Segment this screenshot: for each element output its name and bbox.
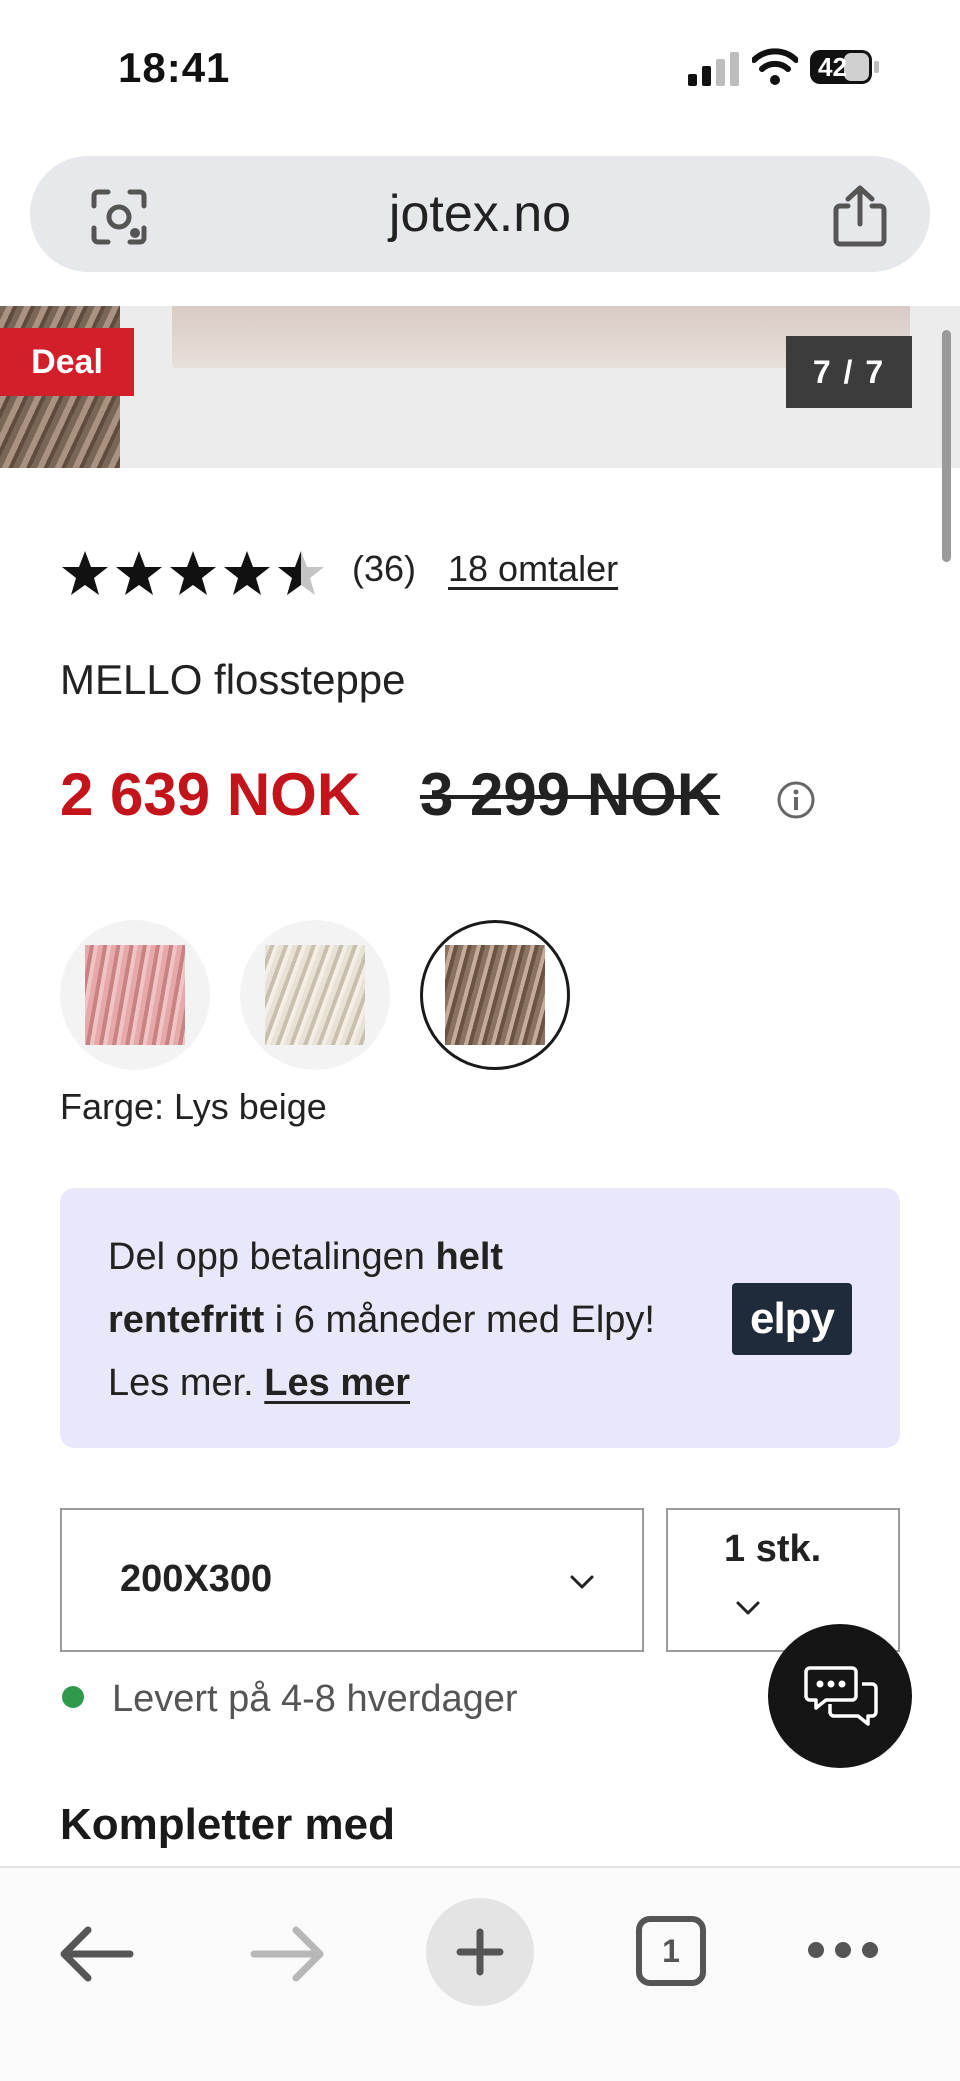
back-arrow-icon[interactable] xyxy=(58,1924,134,1984)
delivery-text: Levert på 4-8 hverdager xyxy=(112,1678,518,1720)
sale-price: 2 639 NOK xyxy=(60,761,361,828)
color-swatch-light-beige-selected[interactable] xyxy=(420,920,570,1070)
delivery-status-dot xyxy=(62,1686,84,1708)
swatch-image xyxy=(445,945,545,1045)
battery-icon: 42 xyxy=(810,50,880,84)
swatch-image xyxy=(85,945,185,1045)
status-time: 18:41 xyxy=(118,44,231,91)
star-full-icon xyxy=(62,551,108,595)
size-select[interactable]: 200X300 xyxy=(60,1508,644,1652)
address-bar[interactable]: jotex.no xyxy=(30,156,930,272)
more-options-icon[interactable] xyxy=(806,1938,880,1962)
swatch-image xyxy=(265,945,365,1045)
star-full-icon xyxy=(116,551,162,595)
share-icon[interactable] xyxy=(830,184,890,248)
deal-badge: Deal xyxy=(0,328,134,396)
forward-arrow-icon[interactable] xyxy=(250,1924,326,1984)
image-counter: 7 / 7 xyxy=(786,336,912,408)
plus-icon xyxy=(456,1928,504,1976)
section-title: Kompletter med xyxy=(60,1800,395,1849)
rating-count: (36) xyxy=(352,548,417,589)
info-icon[interactable] xyxy=(776,780,816,820)
size-value: 200X300 xyxy=(120,1558,273,1600)
chevron-down-icon xyxy=(736,1601,760,1615)
scrollbar[interactable] xyxy=(942,330,951,562)
elpy-logo: elpy xyxy=(732,1283,852,1355)
star-half-icon xyxy=(278,551,324,595)
chat-icon xyxy=(804,1666,878,1726)
original-price: 3 299 NOK xyxy=(420,761,721,828)
color-swatch-pink[interactable] xyxy=(60,920,210,1070)
color-swatch-cream[interactable] xyxy=(240,920,390,1070)
product-title: MELLO flossteppe xyxy=(60,656,406,703)
elpy-read-more-link[interactable]: Les mer xyxy=(264,1362,410,1404)
tabs-button[interactable]: 1 xyxy=(636,1916,706,1986)
browser-toolbar: 1 xyxy=(0,1866,960,2081)
star-full-icon xyxy=(170,551,216,595)
wifi-icon xyxy=(752,48,798,85)
quantity-value: 1 stk. xyxy=(724,1528,822,1570)
color-label: Farge: Lys beige xyxy=(60,1086,327,1127)
chat-button[interactable] xyxy=(768,1624,912,1768)
chevron-down-icon xyxy=(570,1575,594,1589)
url-text[interactable]: jotex.no xyxy=(30,184,930,244)
star-full-icon xyxy=(224,551,270,595)
battery-level: 42 xyxy=(818,52,847,82)
elpy-payment-banner: Del opp betalingen helt rentefritt i 6 m… xyxy=(60,1188,900,1448)
cellular-signal-icon xyxy=(688,52,739,86)
reviews-link[interactable]: 18 omtaler xyxy=(448,548,618,590)
elpy-text-part: Del opp betalingen xyxy=(108,1236,436,1278)
elpy-text: Del opp betalingen helt rentefritt i 6 m… xyxy=(108,1226,668,1415)
rating-stars xyxy=(60,548,326,598)
new-tab-button[interactable] xyxy=(426,1898,534,2006)
